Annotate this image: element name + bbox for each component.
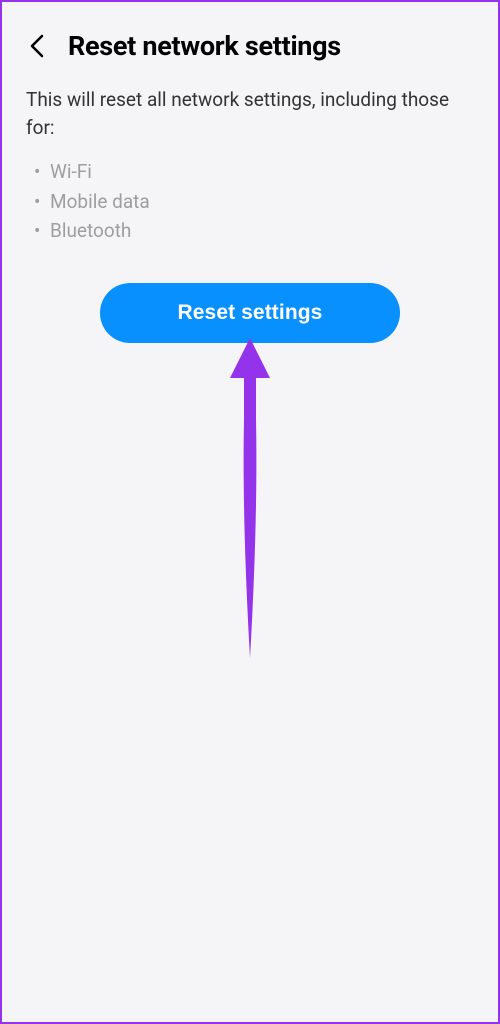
annotation-arrow-icon [220, 338, 280, 672]
reset-settings-button[interactable]: Reset settings [100, 283, 400, 343]
description-text: This will reset all network settings, in… [2, 82, 498, 151]
list-item: Mobile data [50, 187, 474, 216]
list-item: Wi-Fi [50, 157, 474, 186]
bullet-list: Wi-Fi Mobile data Bluetooth [2, 151, 498, 245]
list-item: Bluetooth [50, 216, 474, 245]
back-icon[interactable] [26, 35, 48, 57]
page-title: Reset network settings [68, 30, 341, 62]
